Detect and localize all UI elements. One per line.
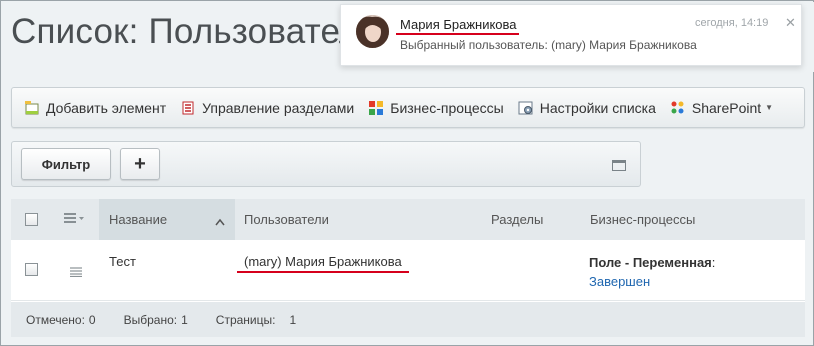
select-all-checkbox[interactable] — [25, 213, 38, 226]
select-all-cell — [25, 199, 45, 240]
checked-count: 0 — [88, 312, 96, 327]
author-highlight-underline — [396, 33, 519, 35]
business-processes-label: Бизнес-процессы — [390, 99, 504, 116]
maximize-icon[interactable] — [612, 160, 626, 171]
notification-time: сегодня, 14:19 — [695, 17, 769, 29]
row-checkbox[interactable] — [25, 263, 38, 276]
column-header-bp-label: Бизнес-процессы — [590, 212, 696, 227]
row-bp-field: Поле - Переменная: — [589, 255, 715, 270]
window-frame: Список: Пользователи Добавить элемент Уп… — [0, 0, 814, 346]
column-header-business-processes[interactable]: Бизнес-процессы — [590, 199, 790, 240]
sort-asc-icon — [215, 214, 225, 229]
row-actions-icon[interactable] — [69, 265, 83, 280]
column-menu-button[interactable] — [63, 199, 93, 240]
grid-header: Название Пользователи Разделы Бизнес-про… — [11, 199, 805, 240]
bp-status-link[interactable]: Завершен — [589, 274, 650, 289]
notification-popup[interactable]: Мария Бражникова сегодня, 14:19 ✕ Выбран… — [340, 4, 802, 66]
add-element-button[interactable]: Добавить элемент — [24, 100, 166, 116]
pages-count: 1 — [289, 312, 297, 327]
bp-colon: : — [711, 255, 716, 270]
row-users-value: (mary) Мария Бражникова — [244, 254, 402, 269]
list-toolbar: Добавить элемент Управление разделами Би… — [11, 87, 805, 128]
avatar — [356, 15, 389, 48]
grid-footer: Отмечено: 0 Выбрано: 1 Страницы: 1 — [11, 302, 805, 337]
column-header-users-label: Пользователи — [244, 212, 329, 227]
column-header-sections[interactable]: Разделы — [491, 199, 581, 240]
sections-icon — [180, 100, 196, 116]
sharepoint-menu[interactable]: SharePoint ▼ — [670, 100, 773, 116]
chevron-down-icon: ▼ — [765, 103, 774, 112]
business-processes-button[interactable]: Бизнес-процессы — [368, 99, 504, 116]
menu-lines-icon — [63, 212, 85, 227]
row-checkbox-cell — [25, 263, 38, 276]
column-header-users[interactable]: Пользователи — [244, 199, 484, 240]
selected-count: 1 — [181, 312, 188, 327]
notification-author[interactable]: Мария Бражникова — [400, 17, 517, 32]
column-header-name[interactable]: Название — [99, 199, 235, 240]
selected-label: Выбрано: — [123, 312, 178, 327]
checked-label: Отмечено: — [26, 312, 85, 327]
add-element-label: Добавить элемент — [46, 99, 167, 116]
add-element-icon — [24, 100, 40, 116]
list-settings-button[interactable]: Настройки списка — [518, 100, 656, 116]
sharepoint-label: SharePoint — [691, 99, 762, 116]
column-header-sections-label: Разделы — [491, 212, 544, 227]
page-title: Список: Пользователи — [11, 12, 380, 51]
row-name: Тест — [109, 254, 136, 269]
list-settings-icon — [518, 100, 534, 116]
add-filter-button[interactable]: + — [120, 148, 160, 180]
filter-button[interactable]: Фильтр — [21, 148, 111, 180]
pages-label: Страницы: — [215, 312, 276, 327]
filter-bar: Фильтр + — [11, 141, 641, 187]
manage-sections-label: Управление разделами — [202, 99, 355, 116]
bp-field-name: Поле - Переменная — [589, 255, 712, 270]
manage-sections-button[interactable]: Управление разделами — [180, 100, 354, 116]
column-header-name-label: Название — [109, 212, 168, 227]
sharepoint-icon — [670, 100, 686, 116]
list-settings-label: Настройки списка — [539, 99, 656, 116]
business-process-icon — [368, 100, 384, 116]
table-row[interactable]: Тест (mary) Мария Бражникова Поле - Пере… — [11, 240, 805, 301]
highlight-underline — [237, 271, 409, 273]
notification-text: Выбранный пользователь: (mary) Мария Бра… — [400, 38, 697, 52]
list-grid: Название Пользователи Разделы Бизнес-про… — [11, 199, 805, 337]
close-icon[interactable]: ✕ — [785, 15, 796, 31]
